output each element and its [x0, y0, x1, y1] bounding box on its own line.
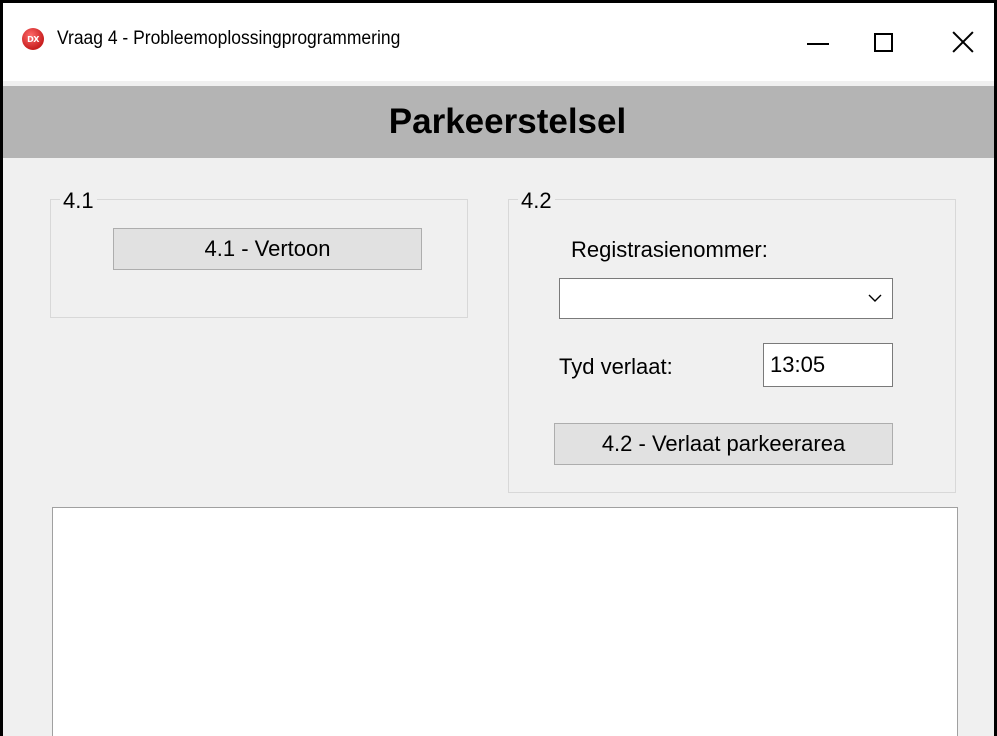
window-title: Vraag 4 - Probleemoplossingprogrammering	[57, 28, 401, 49]
groupbox-4-1-legend: 4.1	[60, 188, 97, 214]
close-icon	[951, 30, 975, 54]
close-button[interactable]	[928, 3, 994, 81]
groupbox-4-2-legend: 4.2	[518, 188, 555, 214]
page-title: Parkeerstelsel	[388, 102, 627, 141]
time-input[interactable]: 13:05	[763, 343, 893, 387]
verlaat-parkeerarea-button[interactable]: 4.2 - Verlaat parkeerarea	[554, 423, 893, 465]
minimize-button[interactable]	[783, 3, 853, 81]
minimize-icon	[807, 43, 829, 45]
title-bar[interactable]: DX Vraag 4 - Probleemoplossingprogrammer…	[3, 3, 994, 81]
header-panel: Parkeerstelsel	[3, 86, 994, 158]
output-memo[interactable]	[52, 507, 958, 736]
maximize-button[interactable]	[848, 3, 918, 81]
app-window: DX Vraag 4 - Probleemoplossingprogrammer…	[0, 0, 997, 736]
app-icon-text: DX	[27, 34, 39, 44]
chevron-down-icon[interactable]	[866, 289, 884, 307]
registration-combobox[interactable]	[559, 278, 893, 319]
vertoon-button[interactable]: 4.1 - Vertoon	[113, 228, 422, 270]
time-label: Tyd verlaat:	[559, 354, 673, 379]
maximize-icon	[873, 32, 893, 52]
registration-label: Registrasienommer:	[571, 237, 768, 262]
app-icon: DX	[22, 28, 44, 50]
